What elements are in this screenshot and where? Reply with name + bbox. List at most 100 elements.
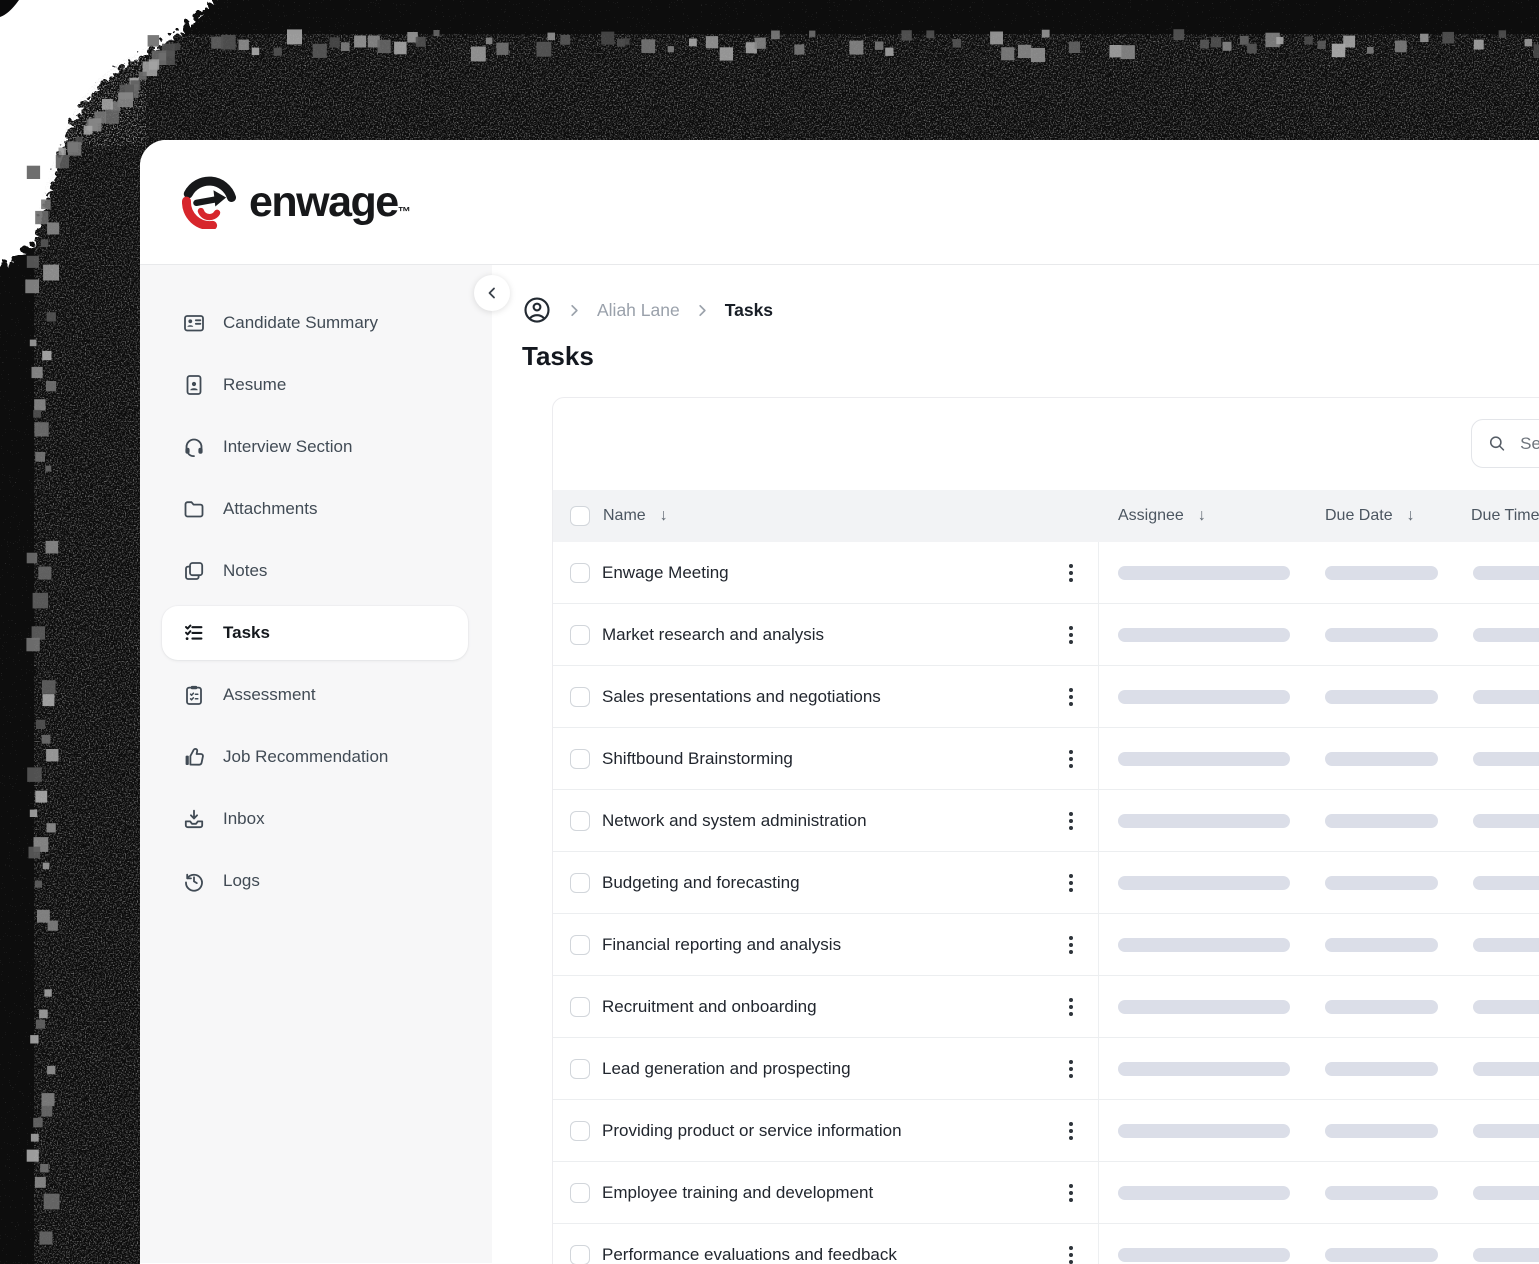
sidebar-item-label: Job Recommendation xyxy=(223,747,389,766)
kebab-icon xyxy=(1069,632,1073,637)
row-menu-button[interactable] xyxy=(1057,1241,1085,1264)
chevron-left-icon xyxy=(488,287,495,299)
sidebar-item-label: Candidate Summary xyxy=(223,313,378,332)
task-name: Providing product or service information xyxy=(602,1120,902,1140)
task-name: Performance evaluations and feedback xyxy=(602,1244,897,1264)
due-date-placeholder xyxy=(1325,875,1438,890)
row-checkbox[interactable] xyxy=(570,996,590,1017)
task-row-financial-reporting-and-analysis: Financial reporting and analysis xyxy=(553,914,1539,976)
assignee-placeholder xyxy=(1118,875,1290,890)
column-divider xyxy=(1098,666,1099,727)
sidebar-item-icon xyxy=(184,438,204,458)
row-checkbox[interactable] xyxy=(570,1058,590,1079)
row-menu-button[interactable] xyxy=(1057,931,1085,959)
row-checkbox[interactable] xyxy=(570,1120,590,1141)
assignee-placeholder xyxy=(1118,627,1290,642)
assignee-placeholder xyxy=(1118,999,1290,1014)
row-checkbox[interactable] xyxy=(570,686,590,707)
task-name: Lead generation and prospecting xyxy=(602,1058,851,1078)
select-all-checkbox[interactable] xyxy=(570,506,590,526)
row-checkbox[interactable] xyxy=(570,1182,590,1203)
assignee-placeholder xyxy=(1118,751,1290,766)
sidebar-item-resume[interactable]: Resume xyxy=(162,358,468,412)
due-date-placeholder xyxy=(1325,1185,1438,1200)
sidebar-item-label: Tasks xyxy=(223,623,270,642)
row-menu-button[interactable] xyxy=(1057,993,1085,1021)
sidebar-item-tasks[interactable]: Tasks xyxy=(162,606,468,660)
assignee-placeholder xyxy=(1118,565,1290,580)
kebab-icon xyxy=(1069,818,1073,823)
kebab-icon xyxy=(1069,1066,1073,1071)
due-date-placeholder xyxy=(1325,999,1438,1014)
column-divider xyxy=(1098,604,1099,665)
breadcrumb: Aliah Lane Tasks xyxy=(522,295,1539,325)
row-menu-button[interactable] xyxy=(1057,1117,1085,1145)
task-row-recruitment-and-onboarding: Recruitment and onboarding xyxy=(553,976,1539,1038)
column-divider xyxy=(1098,914,1099,975)
column-header-name[interactable]: Name ↓ xyxy=(603,490,668,542)
table-body: Enwage Meeting Market research and analy… xyxy=(553,542,1539,1264)
app-card: enwage™ Candidate Summary Resume Intervi… xyxy=(140,140,1539,1264)
due-time-placeholder xyxy=(1473,627,1539,642)
sidebar-item-job-recommendation[interactable]: Job Recommendation xyxy=(162,730,468,784)
row-menu-button[interactable] xyxy=(1057,1179,1085,1207)
column-divider xyxy=(1098,1038,1099,1099)
column-header-due-date[interactable]: Due Date ↓ xyxy=(1325,490,1415,542)
sidebar-item-notes[interactable]: Notes xyxy=(162,544,468,598)
sidebar-item-interview-section[interactable]: Interview Section xyxy=(162,420,468,474)
sidebar: Candidate Summary Resume Interview Secti… xyxy=(140,265,492,1263)
table-header: Name ↓ Assignee ↓ Due Date ↓ Due Time xyxy=(553,490,1539,542)
sidebar-collapse-button[interactable] xyxy=(474,275,510,311)
kebab-icon xyxy=(1069,1004,1073,1009)
sidebar-item-attachments[interactable]: Attachments xyxy=(162,482,468,536)
sidebar-item-assessment[interactable]: Assessment xyxy=(162,668,468,722)
row-checkbox[interactable] xyxy=(570,810,590,831)
row-menu-button[interactable] xyxy=(1057,559,1085,587)
row-checkbox[interactable] xyxy=(570,934,590,955)
sidebar-item-logs[interactable]: Logs xyxy=(162,854,468,908)
brand-logo: enwage™ xyxy=(182,175,411,229)
row-menu-button[interactable] xyxy=(1057,745,1085,773)
task-name: Shiftbound Brainstorming xyxy=(602,748,793,768)
search-box[interactable] xyxy=(1471,419,1539,468)
assignee-placeholder xyxy=(1118,937,1290,952)
sidebar-item-label: Notes xyxy=(223,561,268,580)
sidebar-item-label: Resume xyxy=(223,375,287,394)
column-divider xyxy=(1098,1162,1099,1223)
sidebar-item-inbox[interactable]: Inbox xyxy=(162,792,468,846)
sidebar-item-candidate-summary[interactable]: Candidate Summary xyxy=(162,296,468,350)
row-menu-button[interactable] xyxy=(1057,1055,1085,1083)
column-header-due-time[interactable]: Due Time ↓ xyxy=(1471,490,1539,542)
user-circle-icon[interactable] xyxy=(522,295,552,325)
sidebar-item-label: Interview Section xyxy=(223,437,353,456)
row-checkbox[interactable] xyxy=(570,872,590,893)
row-checkbox[interactable] xyxy=(570,624,590,645)
column-header-assignee[interactable]: Assignee ↓ xyxy=(1118,490,1206,542)
column-divider xyxy=(1098,728,1099,789)
sidebar-item-icon xyxy=(184,501,204,518)
row-menu-button[interactable] xyxy=(1057,807,1085,835)
kebab-icon xyxy=(1069,1252,1073,1257)
search-input[interactable] xyxy=(1518,432,1539,455)
chevron-right-icon xyxy=(699,304,706,316)
breadcrumb-user[interactable]: Aliah Lane xyxy=(597,300,680,321)
assignee-placeholder xyxy=(1118,689,1290,704)
kebab-icon xyxy=(1069,942,1073,947)
row-menu-button[interactable] xyxy=(1057,683,1085,711)
sidebar-item-label: Assessment xyxy=(223,685,316,704)
assignee-placeholder xyxy=(1118,813,1290,828)
search-icon xyxy=(1489,436,1505,451)
brand-name: enwage xyxy=(249,178,399,226)
sidebar-item-icon xyxy=(186,685,202,705)
row-checkbox[interactable] xyxy=(570,562,590,583)
row-checkbox[interactable] xyxy=(570,1244,590,1264)
due-date-placeholder xyxy=(1325,627,1438,642)
row-menu-button[interactable] xyxy=(1057,869,1085,897)
row-checkbox[interactable] xyxy=(570,748,590,769)
row-menu-button[interactable] xyxy=(1057,621,1085,649)
task-name: Market research and analysis xyxy=(602,624,825,644)
due-date-placeholder xyxy=(1325,565,1438,580)
sort-arrow-down-icon: ↓ xyxy=(1406,507,1415,524)
tasks-panel: Name ↓ Assignee ↓ Due Date ↓ Due Time xyxy=(552,397,1539,1264)
app-header: enwage™ xyxy=(140,140,1539,265)
